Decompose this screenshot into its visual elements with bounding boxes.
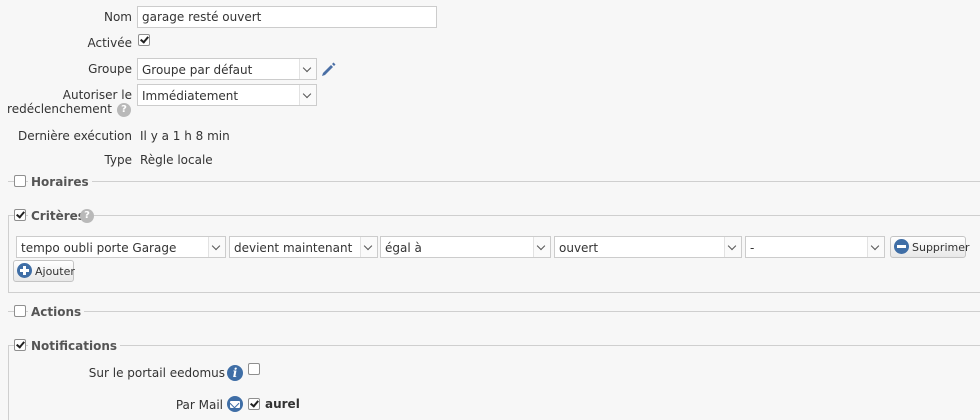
criterion-extra-value: - [750,241,755,255]
enabled-checkbox[interactable] [138,34,150,46]
criterion-extra-select[interactable]: - [745,236,885,258]
enabled-label: Activée [87,36,132,50]
notifications-title: Notifications [28,339,121,353]
info-icon[interactable]: i [227,365,243,381]
name-label: Nom [103,10,132,24]
section-border-left [8,345,9,420]
actions-checkbox[interactable] [14,305,26,317]
section-border-left [8,215,9,293]
notifications-checkbox[interactable] [14,339,26,351]
criteria-title: Critères [28,209,88,223]
criterion-device-value: tempo oubli porte Garage [21,241,177,255]
retrigger-select[interactable]: Immédiatement [137,84,317,106]
portal-checkbox[interactable] [248,363,260,375]
minus-circle-icon [894,239,909,254]
mail-label: Par Mail [175,398,223,412]
portal-label: Sur le portail eedomus [88,366,225,380]
schedule-checkbox[interactable] [14,175,26,187]
section-divider [8,311,980,312]
retrigger-select-value: Immédiatement [142,89,239,103]
criterion-value-value: ouvert [559,241,599,255]
section-divider [8,215,980,216]
chevron-down-icon [360,237,377,257]
delete-criterion-label: Supprimer [912,241,970,254]
schedule-title: Horaires [28,175,92,189]
pencil-icon[interactable] [320,60,338,78]
delete-criterion-button[interactable]: Supprimer [890,236,970,258]
chevron-down-icon [299,59,316,79]
criterion-value-select[interactable]: ouvert [554,236,742,258]
criterion-operator-value: égal à [385,241,422,255]
question-mark-icon[interactable]: ? [117,103,131,117]
criterion-when-select[interactable]: devient maintenant [229,236,378,258]
criterion-device-select[interactable]: tempo oubli porte Garage [16,236,226,258]
chevron-down-icon [208,237,225,257]
retrigger-label-line1: Autoriser le [62,88,132,102]
question-mark-icon[interactable]: ? [80,209,94,223]
group-select-value: Groupe par défaut [142,63,253,77]
add-criterion-button[interactable]: Ajouter [13,260,75,282]
mail-user-checkbox[interactable] [248,398,260,410]
add-criterion-label: Ajouter [35,265,75,278]
name-input[interactable]: garage resté ouvert [137,6,437,28]
section-divider [8,181,980,182]
mail-icon [227,396,243,412]
chevron-down-icon [724,237,741,257]
criterion-operator-select[interactable]: égal à [380,236,551,258]
criterion-when-value: devient maintenant [234,241,353,255]
retrigger-label-line2: redéclenchement [7,102,112,116]
mail-user-name: aurel [265,397,300,411]
plus-circle-icon [17,263,32,278]
chevron-down-icon [533,237,550,257]
section-border-bottom [8,292,980,293]
section-divider [8,345,980,346]
last-run-value: Il y a 1 h 8 min [140,129,230,143]
chevron-down-icon [299,85,316,105]
group-select[interactable]: Groupe par défaut [137,58,317,80]
chevron-down-icon [867,237,884,257]
type-label: Type [104,153,132,167]
criteria-checkbox[interactable] [14,209,26,221]
actions-title: Actions [28,305,85,319]
type-value: Règle locale [140,153,213,167]
group-label: Groupe [88,62,132,76]
last-run-label: Dernière exécution [17,129,132,143]
